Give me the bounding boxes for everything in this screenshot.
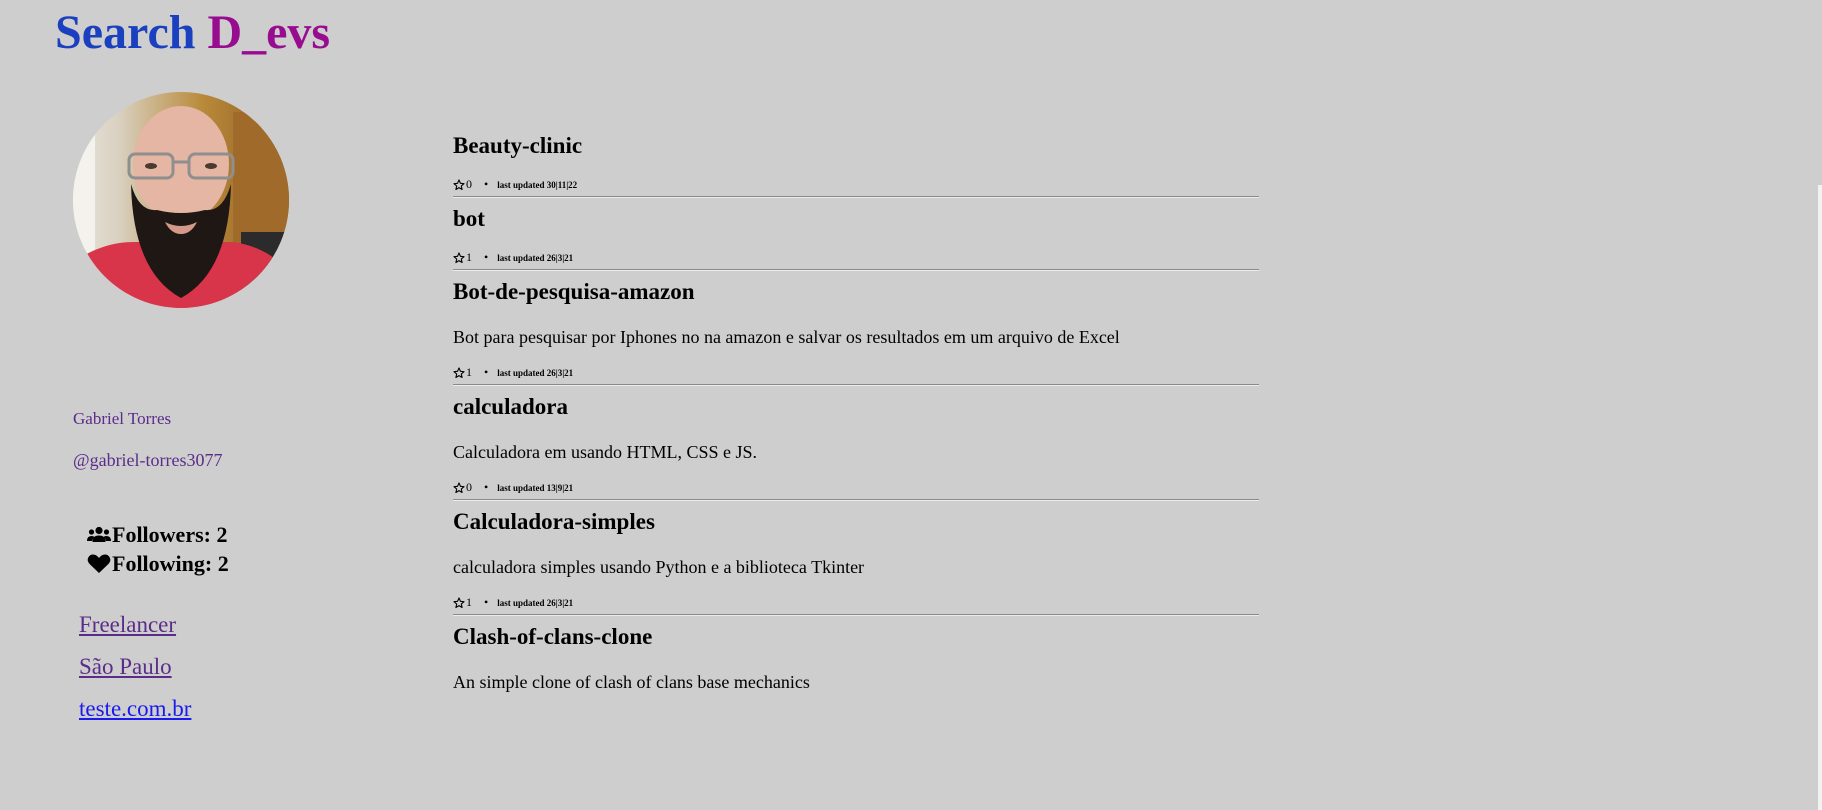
- repo-meta: 1 • last updated 26|3|21: [453, 246, 1259, 269]
- repo-item[interactable]: Beauty-clinic 0 • last updated 30|11|22: [453, 124, 1259, 197]
- repo-description: Bot para pesquisar por Iphones no na ama…: [453, 327, 1120, 347]
- star-outline-icon: [453, 596, 465, 608]
- star-outline-icon: [453, 178, 465, 190]
- location-link[interactable]: São Paulo: [79, 646, 191, 688]
- company-link[interactable]: Freelancer: [79, 604, 191, 646]
- profile-links: Freelancer São Paulo teste.com.br: [79, 604, 191, 730]
- followers-count: Followers: 2: [112, 522, 228, 547]
- last-updated: last updated 13|9|21: [497, 482, 574, 493]
- repo-description: calculadora simples usando Python e a bi…: [453, 557, 865, 577]
- star-count: 1: [466, 365, 472, 379]
- repo-description: An simple clone of clash of clans base m…: [453, 672, 810, 692]
- repo-name[interactable]: Clash-of-clans-clone: [453, 615, 1259, 650]
- repo-item[interactable]: bot 1 • last updated 26|3|21: [453, 197, 1259, 270]
- last-updated: last updated 26|3|21: [497, 252, 574, 263]
- repo-meta: 1 • last updated 26|3|21: [453, 591, 1259, 614]
- website-link[interactable]: teste.com.br: [79, 688, 191, 730]
- user-photo: [73, 92, 289, 308]
- last-updated: last updated 26|3|21: [497, 597, 574, 608]
- repo-name[interactable]: Beauty-clinic: [453, 124, 1259, 159]
- scrollbar[interactable]: [1818, 185, 1822, 810]
- repo-item[interactable]: Clash-of-clans-clone An simple clone of …: [453, 615, 1259, 693]
- star-outline-icon: [453, 481, 465, 493]
- star-count: 1: [466, 595, 472, 609]
- last-updated: last updated 26|3|21: [497, 367, 574, 378]
- following-count: Following: 2: [112, 551, 229, 576]
- repo-meta: 1 • last updated 26|3|21: [453, 361, 1259, 384]
- meta-separator: •: [484, 365, 489, 379]
- repo-name[interactable]: Calculadora-simples: [453, 500, 1259, 535]
- repo-name[interactable]: Bot-de-pesquisa-amazon: [453, 270, 1259, 305]
- last-updated: last updated 30|11|22: [497, 179, 578, 190]
- repo-name[interactable]: bot: [453, 197, 1259, 232]
- follow-stats: Followers: 2 Following: 2: [87, 520, 229, 578]
- app-title-search: Search: [55, 6, 196, 59]
- repo-meta: 0 • last updated 30|11|22: [453, 173, 1259, 196]
- star-count: 0: [466, 177, 472, 191]
- app-title-devs: D_evs: [207, 6, 331, 59]
- repo-item[interactable]: Calculadora-simples calculadora simples …: [453, 500, 1259, 615]
- meta-separator: •: [484, 595, 489, 609]
- repo-meta: 0 • last updated 13|9|21: [453, 476, 1259, 499]
- followers-stat: Followers: 2: [87, 520, 229, 549]
- meta-separator: •: [484, 177, 489, 191]
- repo-item[interactable]: Bot-de-pesquisa-amazon Bot para pesquisa…: [453, 270, 1259, 385]
- star-outline-icon: [453, 251, 465, 263]
- meta-separator: •: [484, 250, 489, 264]
- user-name: Gabriel Torres: [73, 409, 172, 428]
- avatar: [73, 92, 289, 308]
- star-count: 0: [466, 480, 472, 494]
- app-title: Search D_evs: [55, 3, 330, 63]
- star-outline-icon: [453, 366, 465, 378]
- repo-name[interactable]: calculadora: [453, 385, 1259, 420]
- users-icon: [87, 526, 111, 542]
- heart-icon: [87, 554, 111, 573]
- following-stat: Following: 2: [87, 549, 229, 578]
- meta-separator: •: [484, 480, 489, 494]
- user-handle: @gabriel-torres3077: [73, 450, 223, 470]
- star-count: 1: [466, 250, 472, 264]
- repo-description: Calculadora em usando HTML, CSS e JS.: [453, 442, 757, 462]
- repo-list: Beauty-clinic 0 • last updated 30|11|22 …: [453, 124, 1259, 693]
- repo-item[interactable]: calculadora Calculadora em usando HTML, …: [453, 385, 1259, 500]
